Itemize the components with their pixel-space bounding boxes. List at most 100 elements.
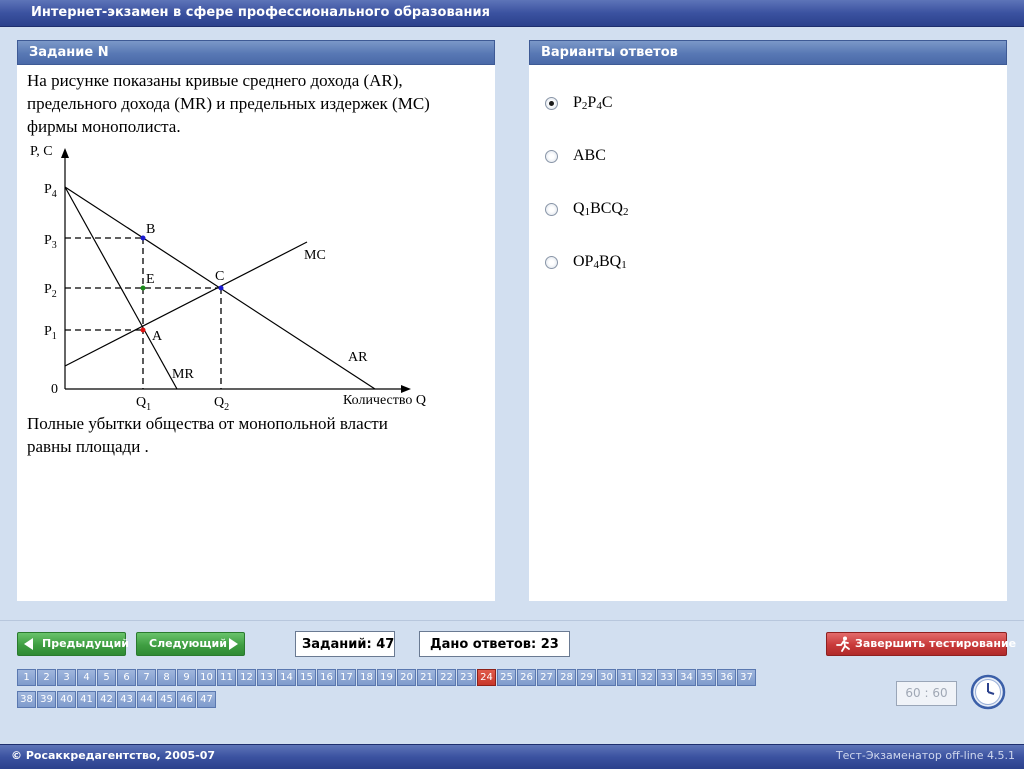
mc-label: MC xyxy=(304,248,326,263)
question-number-button[interactable]: 40 xyxy=(57,691,76,708)
mc-curve xyxy=(64,241,308,367)
radio-icon[interactable] xyxy=(545,203,558,216)
question-number-button[interactable]: 46 xyxy=(177,691,196,708)
answer-option-label: ABC xyxy=(573,147,606,165)
answer-text: OP xyxy=(573,253,594,270)
answer-text: Q xyxy=(573,200,585,217)
p1-label: P1 xyxy=(44,324,57,342)
question-number-button[interactable]: 32 xyxy=(637,669,656,686)
answer-text: P xyxy=(573,94,582,111)
question-number-button[interactable]: 8 xyxy=(157,669,176,686)
question-number-button[interactable]: 1 xyxy=(17,669,36,686)
question-number-button[interactable]: 6 xyxy=(117,669,136,686)
question-number-button[interactable]: 33 xyxy=(657,669,676,686)
question-number-button[interactable]: 10 xyxy=(197,669,216,686)
question-number-button[interactable]: 11 xyxy=(217,669,236,686)
origin-label: 0 xyxy=(51,382,58,397)
question-number-button[interactable]: 21 xyxy=(417,669,436,686)
question-number-button[interactable]: 16 xyxy=(317,669,336,686)
window-title: Интернет-экзамен в сфере профессионально… xyxy=(31,5,490,20)
question-number-button[interactable]: 37 xyxy=(737,669,756,686)
question-number-button[interactable]: 4 xyxy=(77,669,96,686)
x-axis-arrow xyxy=(401,385,411,393)
next-button[interactable]: Следующий xyxy=(136,632,245,656)
answer-text: BCQ xyxy=(590,200,623,217)
question-number-button[interactable]: 28 xyxy=(557,669,576,686)
question-number-button[interactable]: 3 xyxy=(57,669,76,686)
question-number-button[interactable]: 5 xyxy=(97,669,116,686)
question-number-button[interactable]: 27 xyxy=(537,669,556,686)
answer-option-label: OP4BQ1 xyxy=(573,253,627,271)
question-number-button[interactable]: 15 xyxy=(297,669,316,686)
point-a xyxy=(140,327,146,333)
question-number-button[interactable]: 30 xyxy=(597,669,616,686)
previous-button-label: Предыдущий xyxy=(42,637,130,650)
point-c-label: C xyxy=(215,269,224,284)
question-number-button[interactable]: 44 xyxy=(137,691,156,708)
tasks-count: Заданий: 47 xyxy=(295,631,395,657)
radio-selected-icon[interactable] xyxy=(545,97,558,110)
question-number-button[interactable]: 22 xyxy=(437,669,456,686)
p4-label: P4 xyxy=(44,182,57,200)
question-number-button[interactable]: 19 xyxy=(377,669,396,686)
footer-bar: © Росаккредагентство, 2005-07 Тест-Экзам… xyxy=(0,744,1024,769)
answer-subscript: 1 xyxy=(621,259,627,271)
ar-label: AR xyxy=(348,350,368,365)
question-number-button[interactable]: 34 xyxy=(677,669,696,686)
answer-text: ABC xyxy=(573,147,606,164)
point-e xyxy=(140,285,146,291)
arrow-left-icon xyxy=(24,638,33,650)
question-number-button[interactable]: 29 xyxy=(577,669,596,686)
previous-button[interactable]: Предыдущий xyxy=(17,632,130,656)
economics-graph: P, C 0 Количество Q P4 P3 P2 P1 Q1 Q2 MC… xyxy=(30,144,426,413)
question-number-button[interactable]: 9 xyxy=(177,669,196,686)
y-axis-arrow xyxy=(61,148,69,158)
question-number-button[interactable]: 12 xyxy=(237,669,256,686)
question-number-button[interactable]: 35 xyxy=(697,669,716,686)
finish-test-label: Завершить тестирование xyxy=(855,637,1017,650)
question-number-button[interactable]: 13 xyxy=(257,669,276,686)
question-text: На рисунке показаны кривые среднего дохо… xyxy=(27,69,492,138)
radio-icon[interactable] xyxy=(545,256,558,269)
question-number-button[interactable]: 45 xyxy=(157,691,176,708)
question-number-button[interactable]: 42 xyxy=(97,691,116,708)
question-number-button[interactable]: 36 xyxy=(717,669,736,686)
runner-icon xyxy=(836,636,850,652)
question-number-button[interactable]: 24 xyxy=(477,669,496,686)
point-a-label: A xyxy=(152,329,163,344)
closing-line: Полные убытки общества от монопольной вл… xyxy=(27,414,388,433)
question-number-button[interactable]: 47 xyxy=(197,691,216,708)
question-number-button[interactable]: 38 xyxy=(17,691,36,708)
clock-icon xyxy=(970,674,1006,710)
answers-panel: Варианты ответов P2P4C ABC Q 1 BCQ2 OP4BQ1 xyxy=(529,40,1007,601)
title-bar: Интернет-экзамен в сфере профессионально… xyxy=(0,0,1024,27)
answer-subscript: 2 xyxy=(622,206,629,218)
question-line: предельного дохода (MR) и предельных изд… xyxy=(27,94,430,113)
x-axis-label: Количество Q xyxy=(343,393,426,408)
answers-panel-header: Варианты ответов xyxy=(529,40,1007,65)
question-number-button[interactable]: 41 xyxy=(77,691,96,708)
question-number-button[interactable]: 25 xyxy=(497,669,516,686)
question-number-button[interactable]: 23 xyxy=(457,669,476,686)
question-number-button[interactable]: 17 xyxy=(337,669,356,686)
answer-text: C xyxy=(601,94,613,111)
question-number-button[interactable]: 43 xyxy=(117,691,136,708)
question-number-button[interactable]: 2 xyxy=(37,669,56,686)
arrow-right-icon xyxy=(229,638,238,650)
question-number-button[interactable]: 20 xyxy=(397,669,416,686)
point-b-label: B xyxy=(146,222,155,237)
question-number-button[interactable]: 39 xyxy=(37,691,56,708)
p2-label: P2 xyxy=(44,282,57,300)
question-number-button[interactable]: 18 xyxy=(357,669,376,686)
radio-icon[interactable] xyxy=(545,150,558,163)
copyright-text: © Росаккредагентство, 2005-07 xyxy=(11,749,216,762)
question-number-button[interactable]: 26 xyxy=(517,669,536,686)
question-number-button[interactable]: 14 xyxy=(277,669,296,686)
answered-count: Дано ответов: 23 xyxy=(419,631,570,657)
finish-test-button[interactable]: Завершить тестирование xyxy=(826,632,1016,656)
question-number-button[interactable]: 7 xyxy=(137,669,156,686)
point-c xyxy=(218,285,224,291)
answer-text: BQ xyxy=(598,253,622,270)
question-number-button[interactable]: 31 xyxy=(617,669,636,686)
point-b xyxy=(140,235,146,241)
